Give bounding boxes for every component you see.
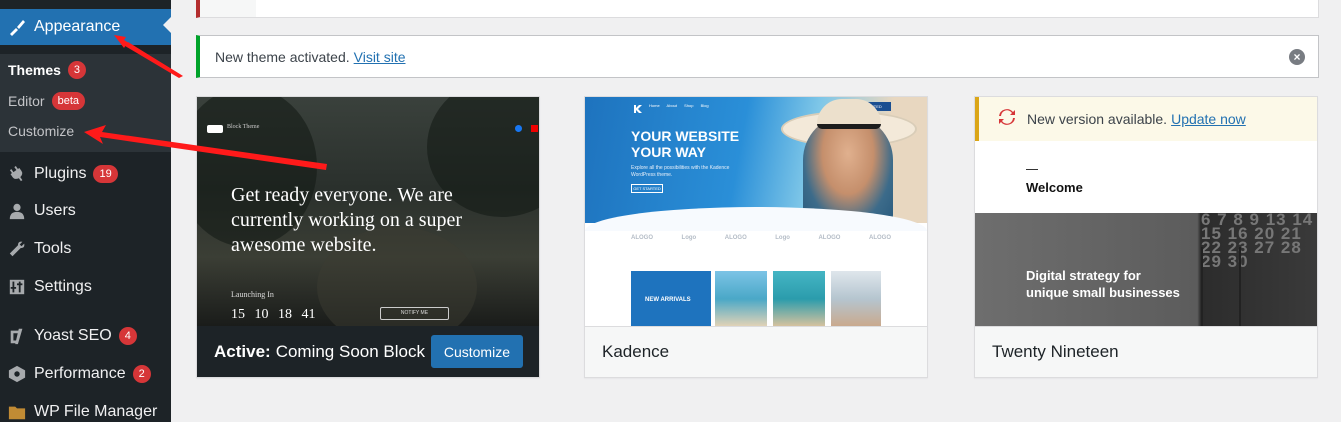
theme-card-kadence[interactable]: Home About Shop Blog GET STARTED YOUR WE… <box>584 96 928 378</box>
theme-name-bar: Active: Coming Soon Block Customize <box>197 326 539 377</box>
screenshot-plant <box>1201 247 1241 326</box>
menu-plugins-label: Plugins <box>34 165 87 182</box>
menu-tools[interactable]: Tools <box>0 231 171 267</box>
theme-card-twenty-nineteen[interactable]: Welcome 6 7 8 9 13 14 15 16 20 21 22 23 … <box>974 96 1318 378</box>
logo-item: ALOGO <box>631 235 653 241</box>
menu-plugins[interactable]: Plugins 19 <box>0 156 171 192</box>
customize-button[interactable]: Customize <box>430 335 523 368</box>
submenu-themes[interactable]: Themes 3 <box>8 61 87 79</box>
current-menu-pointer <box>163 17 171 33</box>
appearance-submenu: Themes 3 Editor beta Customize <box>0 54 171 152</box>
theme-screenshot-kadence: Home About Shop Blog GET STARTED YOUR WE… <box>585 97 927 326</box>
folder-icon <box>0 403 34 421</box>
menu-tools-label: Tools <box>34 240 72 257</box>
update-available-notice: New version available. Update now <box>975 97 1317 141</box>
menu-file-manager-label: WP File Manager <box>34 403 158 420</box>
theme-name: Coming Soon Block <box>275 341 425 361</box>
logo-item: ALOGO <box>818 235 841 241</box>
theme-name-bar: Twenty Nineteen <box>975 326 1317 377</box>
visit-site-link[interactable]: Visit site <box>354 49 406 65</box>
screenshot-hat-crown <box>817 99 881 129</box>
settings-icon <box>0 278 34 296</box>
theme-name: Twenty Nineteen <box>992 342 1119 361</box>
screenshot-tagline-line2: unique small businesses <box>1026 285 1180 300</box>
menu-performance-label: Performance <box>34 365 126 382</box>
logo-item: Logo <box>775 235 790 241</box>
yoast-icon <box>0 327 34 345</box>
theme-activated-notice: New theme activated. Visit site × <box>196 35 1319 78</box>
screenshot-headline-line2: YOUR WAY <box>631 144 706 160</box>
submenu-editor[interactable]: Editor beta <box>8 92 85 110</box>
screenshot-cta: GET STARTED <box>631 184 663 193</box>
screenshot-launching: Launching In <box>231 290 274 299</box>
submenu-customize-label: Customize <box>8 123 75 139</box>
screenshot-dash <box>1026 169 1038 170</box>
screenshot-tagline: Digital strategy for unique small busine… <box>1026 267 1180 301</box>
paintbrush-icon <box>0 17 34 37</box>
youtube-icon <box>531 125 538 132</box>
notice-text: New theme activated. <box>215 48 350 65</box>
previous-notice-inner <box>200 0 256 17</box>
kadence-logo-icon <box>633 101 643 119</box>
plug-icon <box>0 165 34 183</box>
theme-card-coming-soon-block[interactable]: Block Theme Get ready everyone. We are c… <box>196 96 540 378</box>
update-sync-icon <box>997 107 1017 132</box>
logo-item: Logo <box>681 235 697 241</box>
submenu-customize[interactable]: Customize <box>8 123 74 139</box>
theme-screenshot-coming-soon: Block Theme Get ready everyone. We are c… <box>197 97 539 326</box>
screenshot-headline-line1: YOUR WEBSITE <box>631 128 740 144</box>
submenu-editor-label: Editor <box>8 93 45 109</box>
performance-icon <box>0 365 34 383</box>
yoast-count-badge: 4 <box>118 327 137 345</box>
menu-yoast[interactable]: Yoast SEO 4 <box>0 318 171 354</box>
dismiss-notice-icon[interactable]: × <box>1289 49 1305 65</box>
menu-users-label: Users <box>34 202 76 219</box>
tile-label: NEW ARRIVALS <box>645 297 691 303</box>
submenu-themes-label: Themes <box>8 62 61 78</box>
screenshot-tagline-line1: Digital strategy for <box>1026 268 1141 283</box>
performance-count-badge: 2 <box>132 365 151 383</box>
screenshot-tile-new-arrivals: NEW ARRIVALS <box>631 271 711 326</box>
menu-users[interactable]: Users <box>0 193 171 229</box>
user-icon <box>0 202 34 220</box>
logo-item: ALOGO <box>869 235 891 241</box>
facebook-icon <box>515 125 522 132</box>
screenshot-headline: Get ready everyone. We are currently wor… <box>231 184 463 256</box>
previous-notice-box <box>196 0 1319 18</box>
theme-name-bar: Kadence <box>585 326 927 377</box>
menu-performance[interactable]: Performance 2 <box>0 356 171 392</box>
menu-yoast-label: Yoast SEO <box>34 327 112 344</box>
screenshot-countdown: 15 10 18 41 <box>231 307 316 322</box>
screenshot-tile-photo <box>773 271 825 326</box>
admin-sidebar: Appearance Themes 3 Editor beta Customiz… <box>0 0 171 422</box>
logo-item: ALOGO <box>724 235 747 241</box>
menu-appearance-label: Appearance <box>34 18 121 35</box>
theme-screenshot-twenty-nineteen: Welcome 6 7 8 9 13 14 15 16 20 21 22 23 … <box>975 97 1317 326</box>
screenshot-notify-button: NOTIFY ME <box>380 307 449 320</box>
wrench-icon <box>0 240 34 258</box>
update-now-link[interactable]: Update now <box>1171 111 1246 127</box>
screenshot-tile-photo <box>715 271 767 326</box>
screenshot-headline: YOUR WEBSITE YOUR WAY <box>631 128 739 160</box>
screenshot-logo <box>207 125 223 133</box>
screenshot-welcome: Welcome <box>1026 180 1083 195</box>
menu-appearance[interactable]: Appearance <box>0 9 171 45</box>
active-label: Active: <box>214 341 271 361</box>
menu-settings-label: Settings <box>34 278 92 295</box>
screenshot-brand: Block Theme <box>227 124 260 130</box>
menu-settings[interactable]: Settings <box>0 269 171 305</box>
screenshot-logo-row: ALOGO Logo ALOGO Logo ALOGO ALOGO <box>631 235 891 241</box>
menu-file-manager[interactable]: WP File Manager <box>0 394 171 422</box>
screenshot-nav: Home About Shop Blog <box>649 103 709 108</box>
theme-name: Kadence <box>602 342 670 361</box>
editor-beta-badge: beta <box>51 92 85 110</box>
screenshot-subtext: Explore all the possibilities with the K… <box>631 165 730 178</box>
plugins-count-badge: 19 <box>93 165 118 183</box>
update-text: New version available. <box>1027 111 1168 127</box>
screenshot-tile-photo <box>831 271 881 326</box>
themes-count-badge: 3 <box>67 61 87 79</box>
